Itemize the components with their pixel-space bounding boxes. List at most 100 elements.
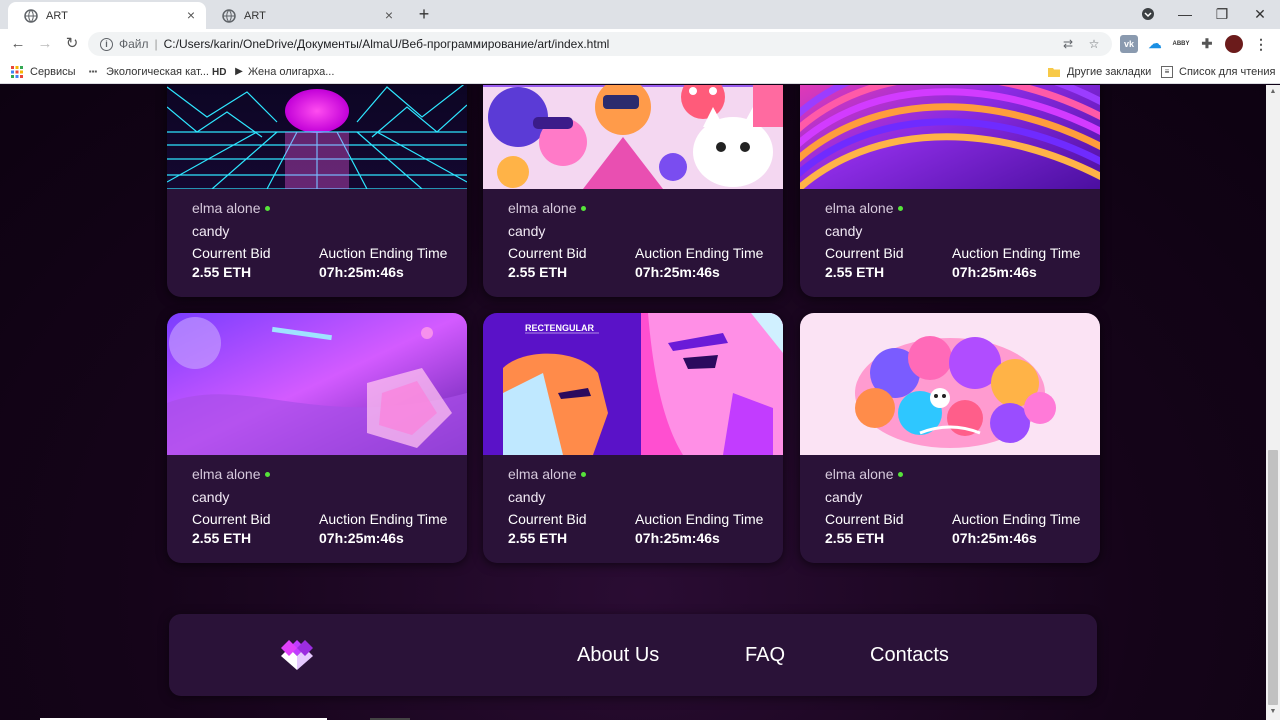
bid-label: Courrent Bid: [825, 245, 904, 261]
author-name: elma alone: [192, 466, 261, 482]
footer-link-about-us[interactable]: About Us: [577, 644, 659, 667]
author-name: elma alone: [192, 200, 261, 216]
reading-list[interactable]: ≡ Список для чтения: [1161, 64, 1275, 80]
translate-icon[interactable]: ⇄: [1060, 36, 1076, 52]
browser-tab-strip: ART × ART × + — ❐ ✕: [0, 0, 1280, 29]
nft-card[interactable]: elma alone candy Courrent Bid 2.55 ETH A…: [800, 313, 1100, 563]
artwork-title: candy: [192, 489, 230, 505]
eco-icon: ▪▪▪: [88, 67, 98, 76]
author-name: elma alone: [825, 466, 894, 482]
abbyy-extension-icon[interactable]: ABBY: [1172, 35, 1190, 53]
nft-card[interactable]: elma alone candy Courrent Bid 2.55 ETH A…: [167, 313, 467, 563]
artwork-title: candy: [825, 223, 863, 239]
bid-value: 2.55 ETH: [825, 530, 885, 546]
auction-time-label: Auction Ending Time: [635, 245, 764, 261]
artwork-image: [800, 85, 1100, 189]
url-text: C:/Users/karin/OneDrive/Документы/AlmaU/…: [163, 37, 610, 51]
bid-value: 2.55 ETH: [192, 264, 252, 280]
bookmarks-bar: Сервисы ▪▪▪ Экологическая кат... HD ▶ Же…: [0, 59, 1280, 84]
bid-value: 2.55 ETH: [508, 264, 568, 280]
cloud-extension-icon[interactable]: ☁: [1146, 35, 1164, 53]
hd-icon: HD: [212, 66, 227, 78]
author-name: elma alone: [508, 466, 577, 482]
tab-search-icon[interactable]: [1138, 4, 1158, 24]
bid-label: Courrent Bid: [192, 245, 271, 261]
other-bookmarks[interactable]: Другие закладки: [1047, 64, 1151, 80]
auction-time-value: 07h:25m:46s: [319, 264, 404, 280]
page-viewport: elma alone candy Courrent Bid 2.55 ETH A…: [0, 85, 1280, 720]
artwork-title: candy: [825, 489, 863, 505]
folder-icon: [1047, 65, 1061, 79]
maximize-icon[interactable]: ❐: [1212, 4, 1232, 24]
auction-time-value: 07h:25m:46s: [635, 264, 720, 280]
other-bookmarks-label: Другие закладки: [1067, 66, 1152, 78]
globe-icon: [222, 8, 236, 23]
artwork-image: RECTENGULAR: [483, 313, 783, 455]
footer-link-faq[interactable]: FAQ: [745, 644, 785, 667]
close-tab-icon[interactable]: ×: [382, 8, 396, 22]
artwork-title: candy: [192, 223, 230, 239]
bookmark-star-icon[interactable]: ☆: [1086, 36, 1102, 52]
online-status-dot: [265, 472, 270, 477]
auction-time-label: Auction Ending Time: [319, 511, 448, 527]
auction-time-value: 07h:25m:46s: [952, 530, 1037, 546]
auction-time-value: 07h:25m:46s: [635, 530, 720, 546]
globe-icon: [24, 8, 38, 23]
nft-card[interactable]: elma alone candy Courrent Bid 2.55 ETH A…: [483, 85, 783, 297]
vk-extension-icon[interactable]: vk: [1120, 35, 1138, 53]
bid-label: Courrent Bid: [825, 511, 904, 527]
heart-logo-icon[interactable]: [279, 636, 315, 674]
new-tab-button[interactable]: +: [414, 5, 434, 25]
footer-link-contacts[interactable]: Contacts: [870, 644, 949, 667]
author-name: elma alone: [825, 200, 894, 216]
bookmark-video[interactable]: ▶ Жена олигарха...: [232, 64, 334, 80]
artwork-image: [167, 313, 467, 455]
auction-time-label: Auction Ending Time: [635, 511, 764, 527]
tab-title: ART: [46, 9, 68, 22]
nft-card[interactable]: elma alone candy Courrent Bid 2.55 ETH A…: [800, 85, 1100, 297]
reading-list-icon: ≡: [1161, 66, 1173, 78]
auction-time-label: Auction Ending Time: [319, 245, 448, 261]
bookmark-hd[interactable]: HD: [212, 64, 226, 80]
browser-tab[interactable]: ART ×: [206, 2, 404, 29]
bid-value: 2.55 ETH: [192, 530, 252, 546]
artwork-image: [483, 85, 783, 189]
auction-time-label: Auction Ending Time: [952, 245, 1081, 261]
author-name: elma alone: [508, 200, 577, 216]
artwork-caption: RECTENGULAR: [525, 323, 594, 333]
forward-arrow-icon[interactable]: →: [35, 34, 55, 54]
artwork-title: candy: [508, 489, 546, 505]
scrollbar-thumb[interactable]: [1268, 450, 1278, 705]
reload-icon[interactable]: ↻: [62, 34, 82, 54]
close-tab-icon[interactable]: ×: [184, 8, 198, 22]
bookmark-eco[interactable]: ▪▪▪ Экологическая кат...: [86, 64, 209, 80]
puzzle-extensions-icon[interactable]: ✚: [1198, 35, 1216, 53]
bookmark-label: Сервисы: [30, 66, 76, 78]
scroll-up-arrow-icon[interactable]: ▲: [1269, 88, 1277, 96]
online-status-dot: [265, 206, 270, 211]
play-icon: ▶: [235, 66, 243, 77]
artwork-image: [167, 85, 467, 189]
close-window-icon[interactable]: ✕: [1250, 4, 1270, 24]
url-scheme: Файл: [119, 37, 149, 51]
profile-avatar-icon[interactable]: [1225, 35, 1243, 53]
url-separator: |: [154, 37, 158, 51]
nft-card[interactable]: RECTENGULAR elma alone candy Courrent Bi…: [483, 313, 783, 563]
info-icon[interactable]: i: [100, 37, 113, 51]
online-status-dot: [898, 206, 903, 211]
online-status-dot: [581, 472, 586, 477]
auction-time-value: 07h:25m:46s: [319, 530, 404, 546]
back-arrow-icon[interactable]: ←: [8, 34, 28, 54]
menu-dots-icon[interactable]: ⋮: [1252, 35, 1270, 53]
nft-card[interactable]: elma alone candy Courrent Bid 2.55 ETH A…: [167, 85, 467, 297]
bid-value: 2.55 ETH: [508, 530, 568, 546]
artwork-title: candy: [508, 223, 546, 239]
minimize-icon[interactable]: —: [1175, 4, 1195, 24]
browser-tab-active[interactable]: ART ×: [8, 2, 206, 29]
scroll-down-arrow-icon[interactable]: ▼: [1269, 708, 1277, 716]
tab-title: ART: [244, 9, 266, 22]
bid-value: 2.55 ETH: [825, 264, 885, 280]
auction-time-value: 07h:25m:46s: [952, 264, 1037, 280]
bookmark-services[interactable]: Сервисы: [10, 64, 76, 80]
address-bar[interactable]: i Файл | C:/Users/karin/OneDrive/Докумен…: [88, 32, 1112, 56]
